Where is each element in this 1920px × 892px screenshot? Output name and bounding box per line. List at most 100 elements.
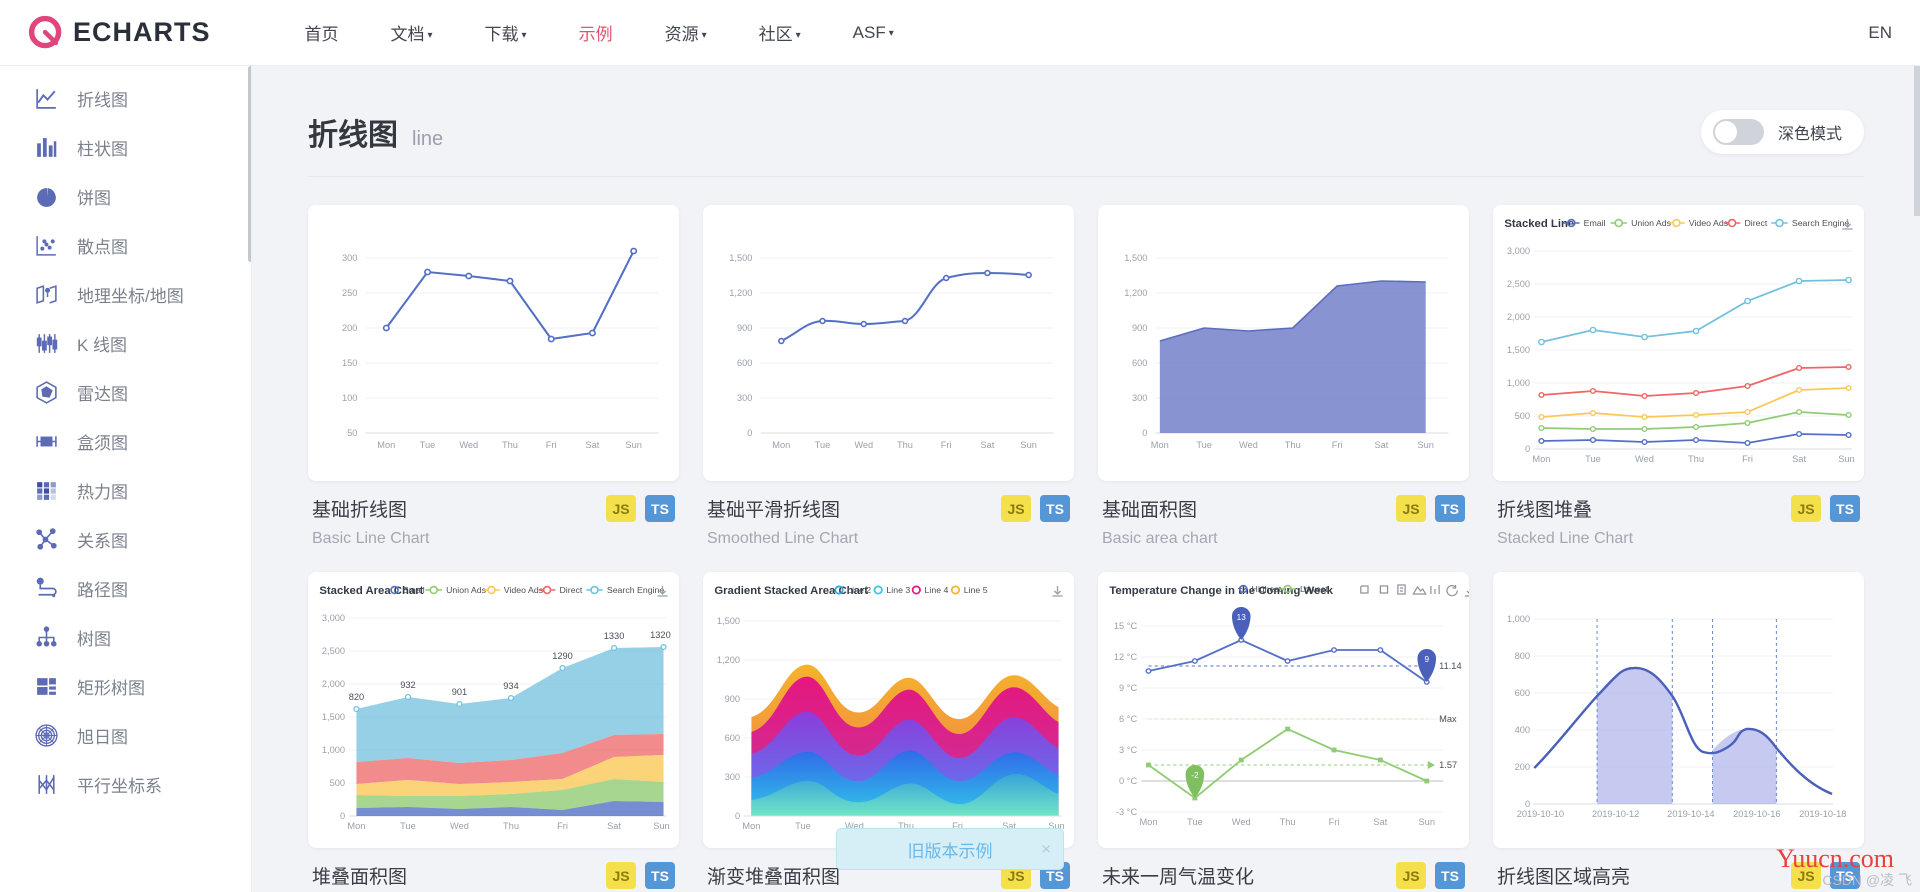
nav-item-download[interactable]: 下载 ▾ — [459, 0, 553, 67]
svg-text:Mon: Mon — [772, 440, 790, 450]
svg-text:13: 13 — [1237, 613, 1247, 622]
svg-text:Thu: Thu — [1285, 440, 1301, 450]
badge-js[interactable]: JS — [1396, 495, 1426, 522]
sidebar-item-tree[interactable]: 树图 — [0, 613, 251, 662]
svg-text:900: 900 — [1132, 323, 1147, 333]
badge-ts[interactable]: TS — [645, 495, 675, 522]
nav-item-resources[interactable]: 资源 ▾ — [639, 0, 733, 67]
svg-text:Union Ads: Union Ads — [446, 585, 486, 595]
echarts-logo[interactable]: ECHARTS — [28, 15, 211, 51]
svg-text:900: 900 — [737, 323, 752, 333]
chart-preview-smoothed-line[interactable]: 1,500 1,200 900 600 300 0 Mon Tue Wed Th… — [703, 205, 1074, 481]
sidebar-item-pie[interactable]: 饼图 — [0, 172, 251, 221]
sidebar-item-map-label: 地理坐标/地图 — [77, 287, 184, 306]
sidebar-item-radar[interactable]: 雷达图 — [0, 368, 251, 417]
badge-ts[interactable]: TS — [1435, 495, 1465, 522]
examples-grid: 300 250 200 150 100 50 Mon Tue Wed Thu F… — [308, 205, 1864, 892]
example-card-temperature[interactable]: Temperature Change in the Coming Week Hi… — [1098, 572, 1469, 892]
svg-text:Fri: Fri — [1332, 440, 1343, 450]
dark-mode-switch[interactable] — [1712, 119, 1764, 145]
svg-text:934: 934 — [503, 681, 518, 691]
badge-ts[interactable]: TS — [645, 862, 675, 889]
chart-preview-stacked-area[interactable]: Stacked Area Chart Email Union Ads Video… — [308, 572, 679, 848]
svg-text:Fri: Fri — [546, 440, 557, 450]
sidebar-item-heatmap[interactable]: 热力图 — [0, 466, 251, 515]
page-scrollbar[interactable] — [1914, 66, 1920, 216]
badge-js[interactable]: JS — [606, 862, 636, 889]
chart-legend: Email Union Ads Video Ads Direct Search … — [1563, 218, 1849, 228]
sidebar-item-boxplot-label: 盒须图 — [77, 434, 128, 453]
chart-preview-basic-line[interactable]: 300 250 200 150 100 50 Mon Tue Wed Thu F… — [308, 205, 679, 481]
svg-text:-2: -2 — [1191, 771, 1199, 780]
svg-text:Mon: Mon — [1532, 454, 1550, 464]
badge-ts[interactable]: TS — [1830, 495, 1860, 522]
svg-text:-3 °C: -3 °C — [1116, 807, 1138, 817]
tree-icon — [33, 624, 60, 651]
example-card-stacked-area[interactable]: Stacked Area Chart Email Union Ads Video… — [308, 572, 679, 892]
svg-text:Tue: Tue — [1585, 454, 1601, 464]
chart-preview-temperature[interactable]: Temperature Change in the Coming Week Hi… — [1098, 572, 1469, 848]
badge-js[interactable]: JS — [1791, 495, 1821, 522]
svg-text:250: 250 — [342, 288, 357, 298]
candlestick-icon — [33, 330, 60, 357]
sidebar-item-parallel[interactable]: 平行坐标系 — [0, 760, 251, 809]
nav-item-community[interactable]: 社区 ▾ — [733, 0, 827, 67]
sidebar-item-lines[interactable]: 路径图 — [0, 564, 251, 613]
echarts-logo-text: ECHARTS — [73, 17, 211, 47]
svg-text:1,500: 1,500 — [1507, 345, 1530, 355]
badge-js[interactable]: JS — [1001, 495, 1031, 522]
svg-text:Mon: Mon — [742, 821, 760, 831]
card-badges: JS TS — [606, 862, 675, 889]
svg-text:300: 300 — [342, 253, 357, 263]
close-icon[interactable]: × — [1041, 841, 1051, 858]
svg-text:600: 600 — [725, 733, 740, 743]
chart-preview-area-highlight[interactable]: 1,000 800 600 400 200 0 2019-10-10 2019-… — [1493, 572, 1864, 848]
language-switch[interactable]: EN — [1868, 23, 1892, 43]
sidebar-scrollbar[interactable] — [248, 66, 251, 262]
svg-text:15 °C: 15 °C — [1114, 621, 1138, 631]
example-card-basic-area[interactable]: 1,500 1,200 900 600 300 0 Mon Tue Wed Thu F… — [1098, 205, 1469, 548]
svg-text:Line 2: Line 2 — [847, 585, 871, 595]
svg-text:Email: Email — [403, 585, 425, 595]
legacy-version-toast: 旧版本示例 × — [836, 828, 1064, 870]
example-card-basic-line[interactable]: 300 250 200 150 100 50 Mon Tue Wed Thu F… — [308, 205, 679, 548]
chart-preview-stacked-line[interactable]: Stacked Line Email Union Ads Video Ads D… — [1493, 205, 1864, 481]
chart-preview-basic-area[interactable]: 1,500 1,200 900 600 300 0 Mon Tue Wed Thu F… — [1098, 205, 1469, 481]
nav-item-asf[interactable]: ASF ▾ — [827, 1, 920, 65]
sidebar-item-boxplot[interactable]: 盒须图 — [0, 417, 251, 466]
sidebar-item-sunburst[interactable]: 旭日图 — [0, 711, 251, 760]
sidebar-item-pie-label: 饼图 — [77, 189, 111, 208]
nav-item-docs[interactable]: 文档 ▾ — [365, 0, 459, 67]
sidebar-item-scatter[interactable]: 散点图 — [0, 221, 251, 270]
dark-mode-toggle[interactable]: 深色模式 — [1700, 110, 1864, 154]
page-title: 折线图 — [308, 119, 398, 152]
sidebar-item-sunburst-label: 旭日图 — [77, 728, 128, 747]
example-card-smoothed-line[interactable]: 1,500 1,200 900 600 300 0 Mon Tue Wed Th… — [703, 205, 1074, 548]
sidebar-item-graph[interactable]: 关系图 — [0, 515, 251, 564]
svg-text:300: 300 — [725, 772, 740, 782]
svg-text:2019-10-12: 2019-10-12 — [1592, 809, 1639, 819]
sidebar-item-line[interactable]: 折线图 — [0, 74, 251, 123]
card-badges: JS TS — [1791, 495, 1860, 522]
boxplot-icon — [33, 428, 60, 455]
heatmap-icon — [33, 477, 60, 504]
nav-item-home[interactable]: 首页 — [279, 0, 365, 67]
chart-preview-gradient-stacked-area[interactable]: Gradient Stacked Area Chart Line 2 Line … — [703, 572, 1074, 848]
svg-text:Fri: Fri — [1329, 817, 1340, 827]
badge-ts[interactable]: TS — [1435, 862, 1465, 889]
sidebar-item-map[interactable]: 地理坐标/地图 — [0, 270, 251, 319]
sidebar-item-candlestick[interactable]: K 线图 — [0, 319, 251, 368]
badge-ts[interactable]: TS — [1040, 495, 1070, 522]
sidebar-item-treemap[interactable]: 矩形树图 — [0, 662, 251, 711]
sidebar-item-bar[interactable]: 柱状图 — [0, 123, 251, 172]
example-card-stacked-line[interactable]: Stacked Line Email Union Ads Video Ads D… — [1493, 205, 1864, 548]
svg-text:Video Ads: Video Ads — [504, 585, 543, 595]
badge-js[interactable]: JS — [606, 495, 636, 522]
svg-text:Mon: Mon — [347, 821, 365, 831]
badge-js[interactable]: JS — [1396, 862, 1426, 889]
svg-text:Wed: Wed — [1232, 817, 1251, 827]
svg-text:1,200: 1,200 — [717, 655, 740, 665]
nav-item-resources-label: 资源 — [664, 25, 699, 44]
nav-item-examples[interactable]: 示例 — [553, 0, 639, 67]
svg-text:200: 200 — [1515, 762, 1530, 772]
